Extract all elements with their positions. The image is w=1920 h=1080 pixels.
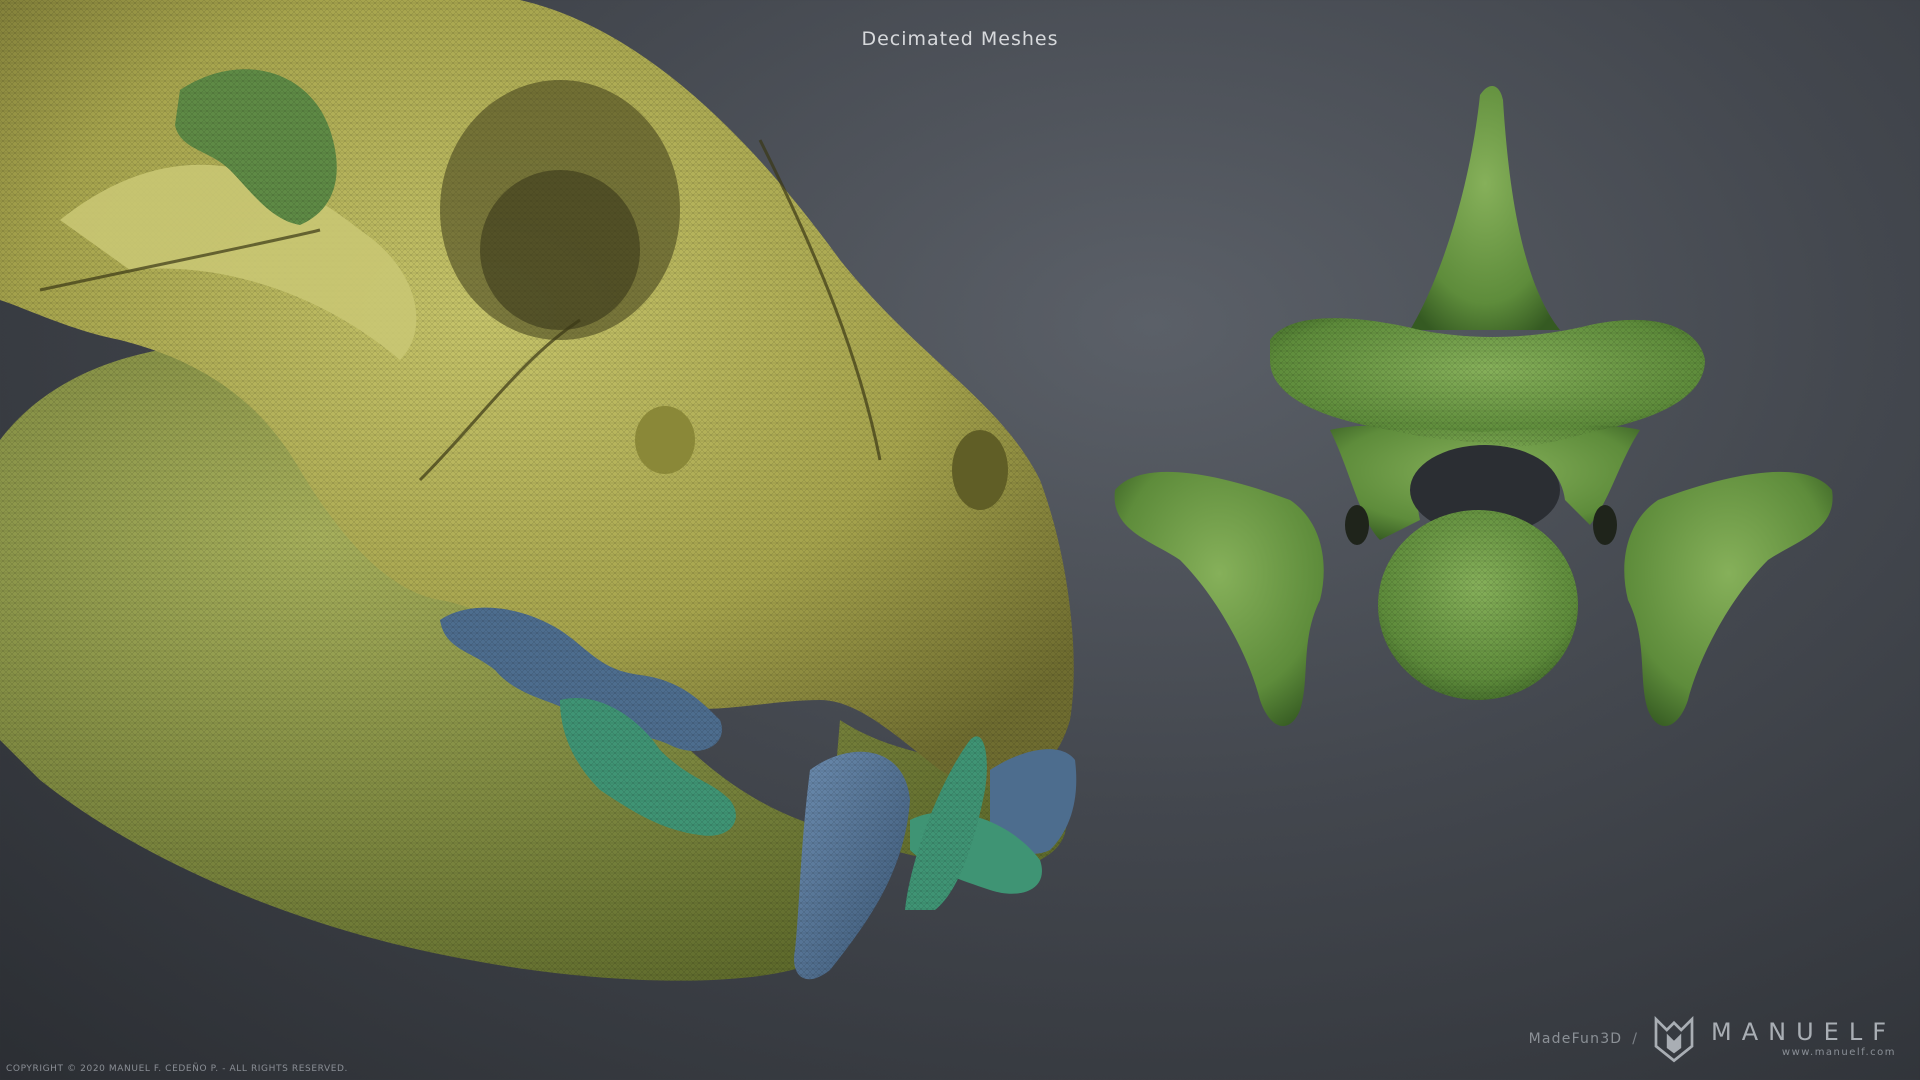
brand-signature: MadeFun3D / MANUELF www.manuelf.com <box>1529 1012 1896 1066</box>
manuelf-wordmark: MANUELF www.manuelf.com <box>1711 1020 1896 1058</box>
brand-separator: / <box>1632 1031 1638 1047</box>
manuelf-logo-icon <box>1654 1015 1694 1063</box>
mesh-render <box>0 0 1833 981</box>
madefun-label: MadeFun3D <box>1528 1031 1623 1047</box>
brand-name: MANUELF <box>1711 1018 1896 1046</box>
canine-upper <box>794 751 910 980</box>
render-viewport: Decimated Meshes COPYRIGHT © 2020 MANUEL… <box>0 0 1920 1080</box>
brand-url: www.manuelf.com <box>1781 1047 1896 1058</box>
copyright-text: COPYRIGHT © 2020 MANUEL F. CEDEÑO P. - A… <box>6 1064 349 1074</box>
vertebra <box>1114 85 1833 727</box>
